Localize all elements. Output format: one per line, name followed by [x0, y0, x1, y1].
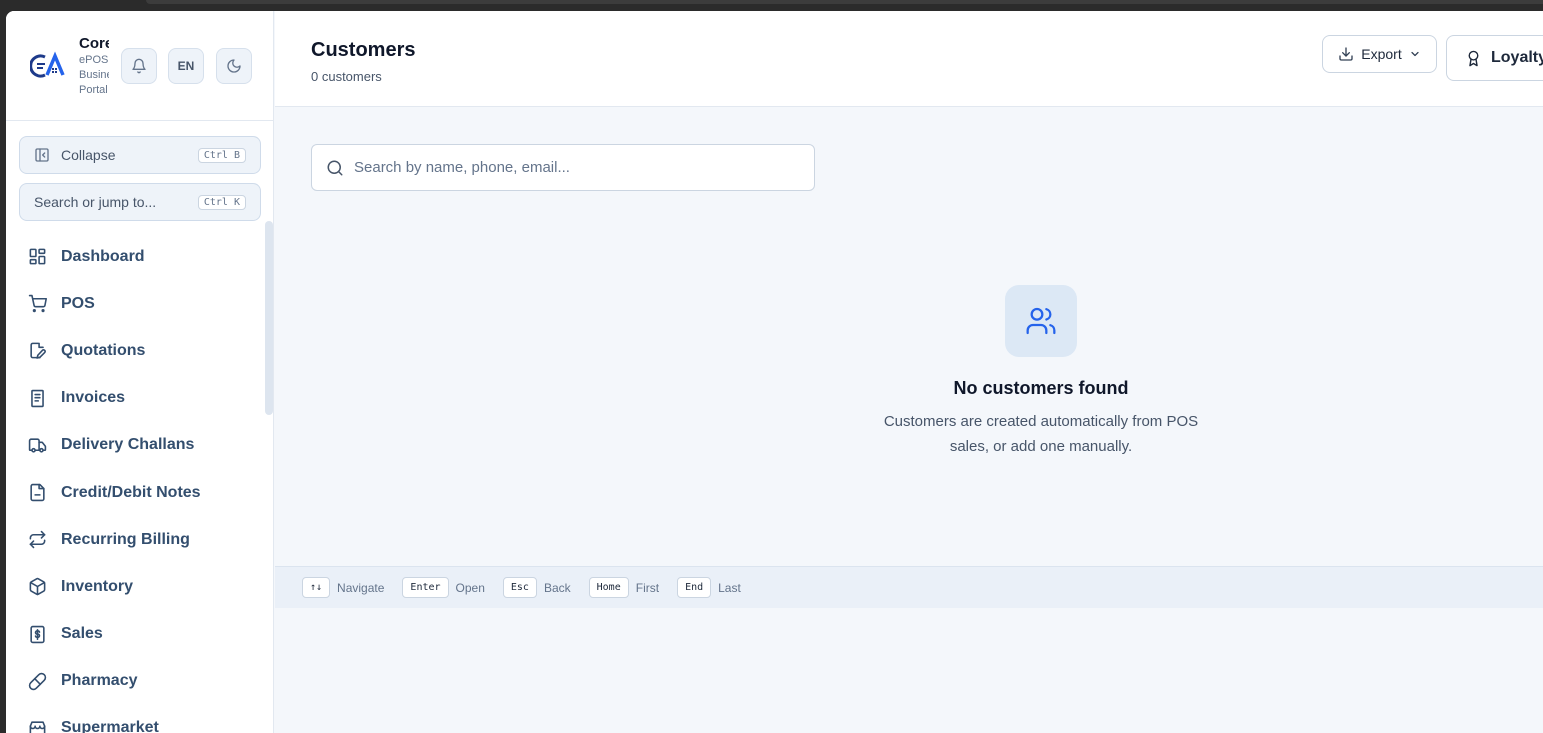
- app-window: Core ePOS Business Portal EN Collapse Ct…: [6, 11, 1543, 733]
- empty-state-icon-box: [1005, 285, 1077, 357]
- hint-last: End Last: [677, 577, 741, 598]
- page-header: Customers 0 customers Export Loyalty: [275, 11, 1543, 107]
- sidebar-item-recurring-billing[interactable]: Recurring Billing: [6, 516, 264, 563]
- customer-count: 0 customers: [311, 69, 382, 84]
- sidebar-item-inventory[interactable]: Inventory: [6, 563, 264, 610]
- language-button[interactable]: EN: [168, 48, 204, 84]
- empty-state-description: Customers are created automatically from…: [883, 413, 1199, 455]
- sidebar-item-pharmacy[interactable]: Pharmacy: [6, 658, 264, 705]
- brand-subtitle: ePOS Business Portal: [79, 53, 109, 98]
- collapse-shortcut: Ctrl B: [197, 147, 246, 163]
- jump-search-label: Search or jump to...: [34, 194, 157, 210]
- sidebar-item-label: Quotations: [61, 341, 146, 359]
- collapse-label: Collapse: [61, 147, 116, 163]
- sidebar-item-invoices[interactable]: Invoices: [6, 375, 264, 422]
- hint-key: End: [677, 577, 712, 598]
- loyalty-button[interactable]: Loyalty: [1446, 35, 1543, 81]
- hint-key: Enter: [402, 577, 449, 598]
- hint-label: Back: [543, 580, 571, 595]
- sidebar-item-dashboard[interactable]: Dashboard: [6, 233, 264, 280]
- collapse-sidebar-button[interactable]: Collapse Ctrl B: [19, 136, 261, 174]
- edit-document-icon: [30, 343, 46, 360]
- keyboard-hints-bar: ↑↓ Navigate Enter Open Esc Back Home Fir…: [275, 566, 1543, 608]
- sidebar-item-delivery-challans[interactable]: Delivery Challans: [6, 422, 264, 469]
- sidebar-item-label: Delivery Challans: [61, 436, 195, 454]
- sidebar-scrollbar[interactable]: [265, 221, 273, 415]
- sidebar-item-label: Recurring Billing: [61, 530, 190, 548]
- loyalty-label: Loyalty: [1491, 49, 1543, 66]
- hint-key: ↑↓: [302, 577, 331, 598]
- box-icon: [29, 578, 46, 596]
- export-label: Export: [1361, 46, 1402, 62]
- sidebar-item-credit-debit-notes[interactable]: Credit/Debit Notes: [6, 469, 264, 516]
- hint-open: Enter Open: [402, 577, 485, 598]
- dollar-icon: [30, 625, 45, 643]
- sidebar-item-label: Dashboard: [61, 247, 145, 265]
- hint-key: Esc: [502, 577, 537, 598]
- download-icon: [1339, 47, 1353, 61]
- file-icon: [30, 483, 45, 502]
- moon-icon: [227, 59, 241, 73]
- search-icon: [327, 160, 343, 175]
- hint-key: Home: [588, 577, 629, 598]
- customer-search-box[interactable]: [311, 144, 815, 191]
- brand-sub-line: Business: [79, 69, 109, 81]
- store-icon: [29, 721, 46, 733]
- sidebar-item-label: POS: [61, 294, 95, 312]
- hint-label: Navigate: [337, 580, 385, 595]
- brand-logo-icon: [30, 51, 65, 78]
- users-icon: [1026, 307, 1056, 335]
- sidebar-item-sales[interactable]: Sales: [6, 611, 264, 658]
- award-icon: [1468, 50, 1479, 66]
- jump-search-shortcut: Ctrl K: [197, 194, 246, 210]
- hint-label: Last: [718, 580, 741, 595]
- theme-toggle-button[interactable]: [216, 48, 252, 84]
- sidebar-nav: Dashboard POS Quotations Invoices Delive…: [6, 233, 264, 733]
- page-title: Customers: [311, 39, 416, 61]
- brand-sub-line: ePOS: [79, 54, 109, 66]
- sidebar-item-label: Invoices: [61, 389, 126, 407]
- panel-left-icon: [35, 148, 49, 162]
- hint-back: Esc Back: [502, 577, 571, 598]
- repeat-icon: [29, 531, 46, 549]
- sidebar-item-label: Supermarket: [61, 719, 159, 733]
- export-button[interactable]: Export: [1322, 35, 1437, 73]
- empty-state-title: No customers found: [953, 378, 1129, 398]
- brand-header: Core ePOS Business Portal EN: [6, 11, 274, 121]
- brand-name: Core: [79, 35, 109, 52]
- receipt-icon: [31, 389, 44, 407]
- bell-icon: [132, 58, 146, 74]
- sidebar-item-label: Credit/Debit Notes: [61, 483, 201, 501]
- customer-search-input[interactable]: [354, 159, 784, 176]
- hint-label: First: [635, 580, 660, 595]
- dashboard-icon: [29, 248, 46, 265]
- sidebar: Core ePOS Business Portal EN Collapse Ct…: [6, 11, 274, 733]
- chevron-down-icon: [1411, 51, 1419, 57]
- sidebar-item-label: Inventory: [61, 577, 134, 595]
- hint-label: Open: [455, 580, 485, 595]
- notifications-button[interactable]: [121, 48, 157, 84]
- sidebar-item-supermarket[interactable]: Supermarket: [6, 705, 264, 733]
- window-top-frame: [0, 0, 1543, 8]
- brand-sub-line: Portal: [79, 84, 108, 96]
- sidebar-item-pos[interactable]: POS: [6, 280, 264, 327]
- hint-navigate: ↑↓ Navigate: [302, 577, 384, 598]
- hint-first: Home First: [588, 577, 660, 598]
- jump-search-button[interactable]: Search or jump to... Ctrl K: [19, 183, 261, 221]
- sidebar-item-quotations[interactable]: Quotations: [6, 327, 264, 374]
- truck-icon: [28, 438, 47, 453]
- cart-icon: [28, 295, 47, 313]
- pill-icon: [28, 672, 47, 690]
- sidebar-item-label: Pharmacy: [61, 672, 138, 690]
- sidebar-item-label: Sales: [61, 625, 103, 643]
